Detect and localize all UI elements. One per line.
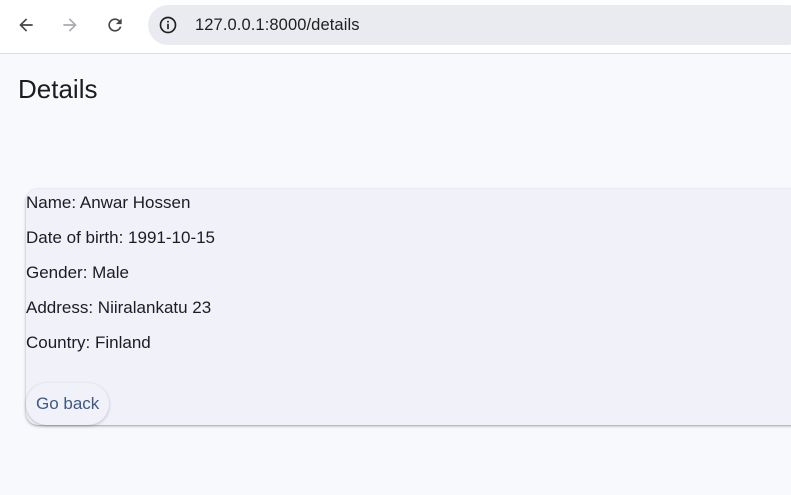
url-text[interactable]: 127.0.0.1:8000/details [195,16,360,35]
arrow-left-icon [19,18,33,32]
page-title: Details [18,74,98,104]
dob-field: Date of birth: 1991-10-15 [26,228,216,247]
arrow-right-icon [63,18,77,32]
back-button[interactable] [10,9,42,41]
forward-button[interactable] [54,9,86,41]
go-back-button[interactable]: Go back [26,383,110,425]
info-icon[interactable] [158,15,178,35]
address-field: Address: Niiralankatu 23 [26,298,212,317]
details-card: Name: Anwar Hossen Date of birth: 1991-1… [26,189,791,425]
reload-button[interactable] [99,9,131,41]
name-field: Name: Anwar Hossen [26,193,191,212]
country-field: Country: Finland [26,333,151,352]
browser-toolbar: 127.0.0.1:8000/details [0,0,791,54]
gender-field: Gender: Male [26,263,129,282]
reload-icon [108,18,122,32]
address-bar[interactable]: 127.0.0.1:8000/details [148,5,791,45]
